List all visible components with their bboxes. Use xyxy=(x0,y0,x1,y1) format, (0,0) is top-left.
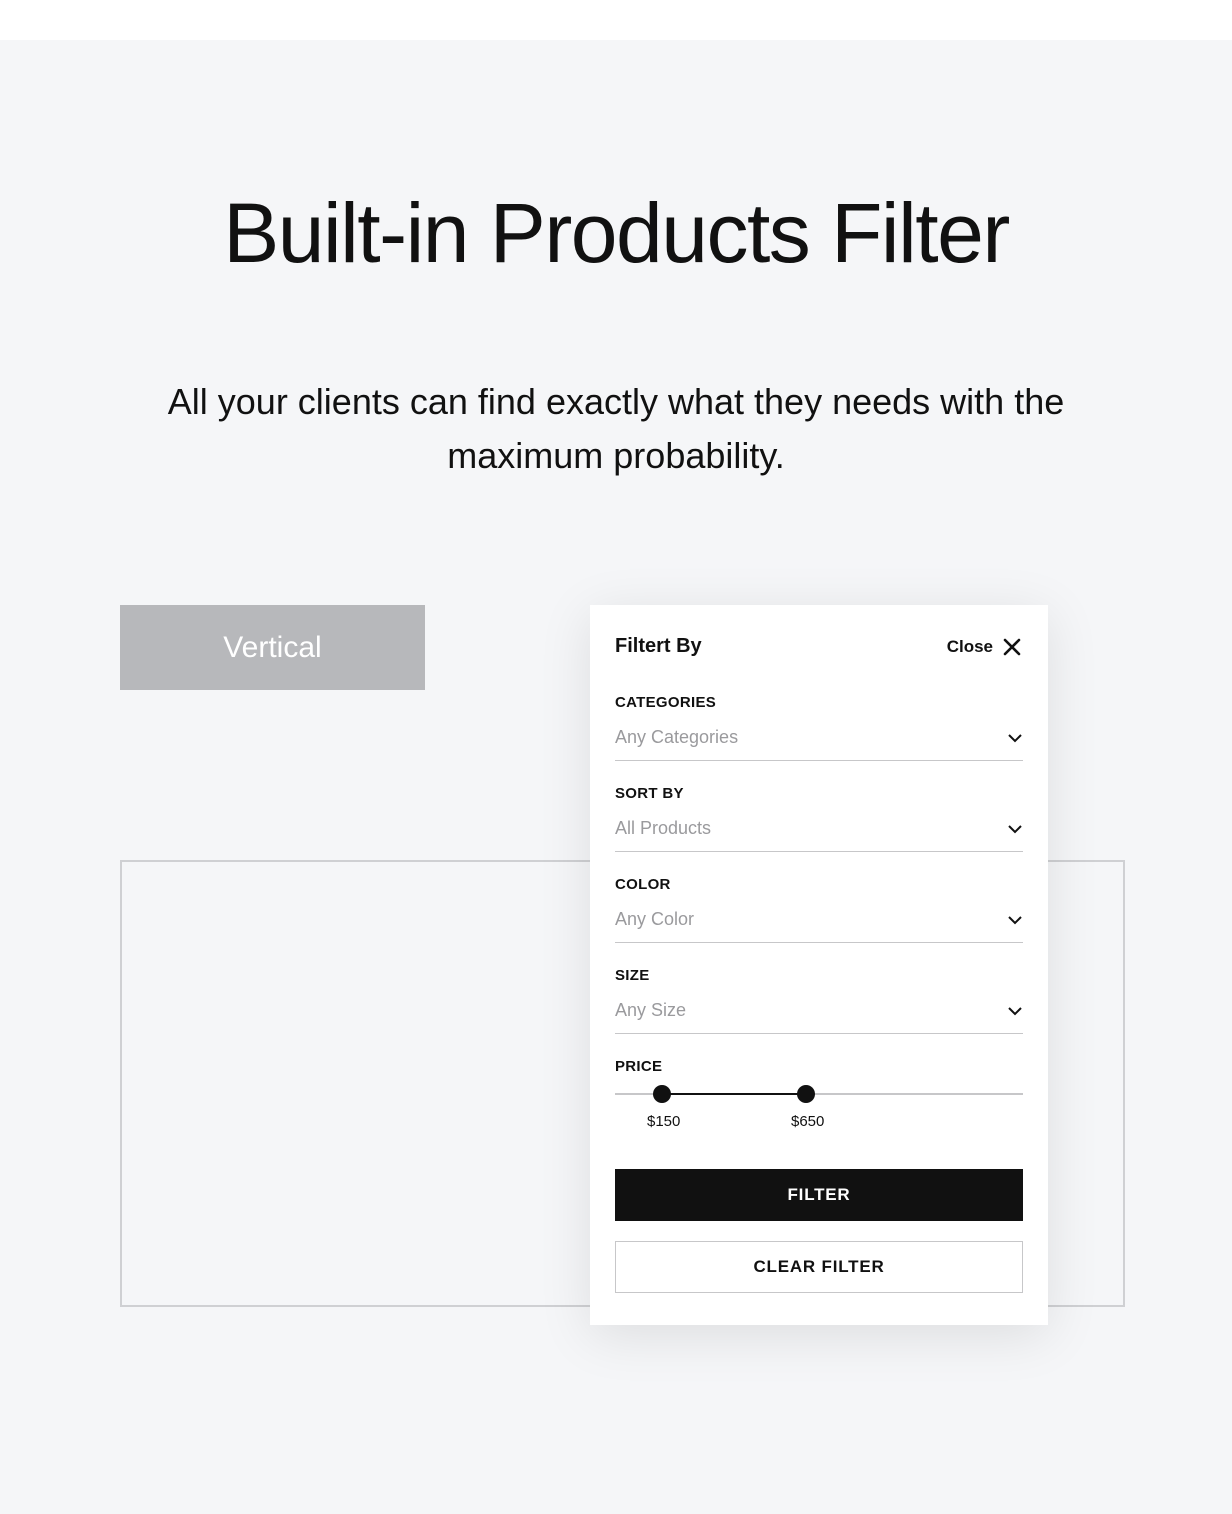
price-max-value: $650 xyxy=(791,1113,824,1130)
sort-by-select[interactable]: All Products xyxy=(615,812,1023,852)
filter-title: Filtert By xyxy=(615,635,702,658)
page-title: Built-in Products Filter xyxy=(0,185,1232,282)
slider-handle-min[interactable] xyxy=(653,1085,671,1103)
size-select[interactable]: Any Size xyxy=(615,994,1023,1034)
price-label: PRICE xyxy=(615,1058,1023,1075)
slider-track-active xyxy=(661,1093,806,1095)
size-label: SIZE xyxy=(615,967,1023,984)
sort-by-value: All Products xyxy=(615,818,711,839)
color-value: Any Color xyxy=(615,909,694,930)
chevron-down-icon xyxy=(1007,1006,1023,1016)
field-color: COLOR Any Color xyxy=(615,876,1023,943)
filter-button-label: FILTER xyxy=(787,1185,850,1205)
field-categories: CATEGORIES Any Categories xyxy=(615,694,1023,761)
categories-label: CATEGORIES xyxy=(615,694,1023,711)
field-size: SIZE Any Size xyxy=(615,967,1023,1034)
page-canvas: Built-in Products Filter All your client… xyxy=(0,40,1232,1514)
chevron-down-icon xyxy=(1007,915,1023,925)
filter-header: Filtert By Close xyxy=(615,635,1023,676)
filter-panel: Filtert By Close CATEGORIES Any Categori… xyxy=(590,605,1048,1325)
price-min-value: $150 xyxy=(647,1113,680,1130)
filter-body: CATEGORIES Any Categories SORT BY All Pr… xyxy=(615,694,1023,1293)
tab-vertical[interactable]: Vertical xyxy=(120,605,425,690)
clear-filter-button[interactable]: CLEAR FILTER xyxy=(615,1241,1023,1293)
size-value: Any Size xyxy=(615,1000,686,1021)
color-label: COLOR xyxy=(615,876,1023,893)
chevron-down-icon xyxy=(1007,824,1023,834)
close-icon xyxy=(1001,636,1023,658)
tab-vertical-label: Vertical xyxy=(223,631,321,665)
chevron-down-icon xyxy=(1007,733,1023,743)
price-slider[interactable]: $150 $650 xyxy=(615,1085,1023,1129)
categories-select[interactable]: Any Categories xyxy=(615,721,1023,761)
color-select[interactable]: Any Color xyxy=(615,903,1023,943)
clear-filter-button-label: CLEAR FILTER xyxy=(753,1257,884,1277)
sort-by-label: SORT BY xyxy=(615,785,1023,802)
close-label: Close xyxy=(947,637,993,657)
slider-handle-max[interactable] xyxy=(797,1085,815,1103)
field-price: PRICE $150 $650 xyxy=(615,1058,1023,1129)
categories-value: Any Categories xyxy=(615,727,738,748)
field-sort-by: SORT BY All Products xyxy=(615,785,1023,852)
close-button[interactable]: Close xyxy=(947,636,1023,658)
filter-button[interactable]: FILTER xyxy=(615,1169,1023,1221)
page-subtitle: All your clients can find exactly what t… xyxy=(166,375,1066,483)
